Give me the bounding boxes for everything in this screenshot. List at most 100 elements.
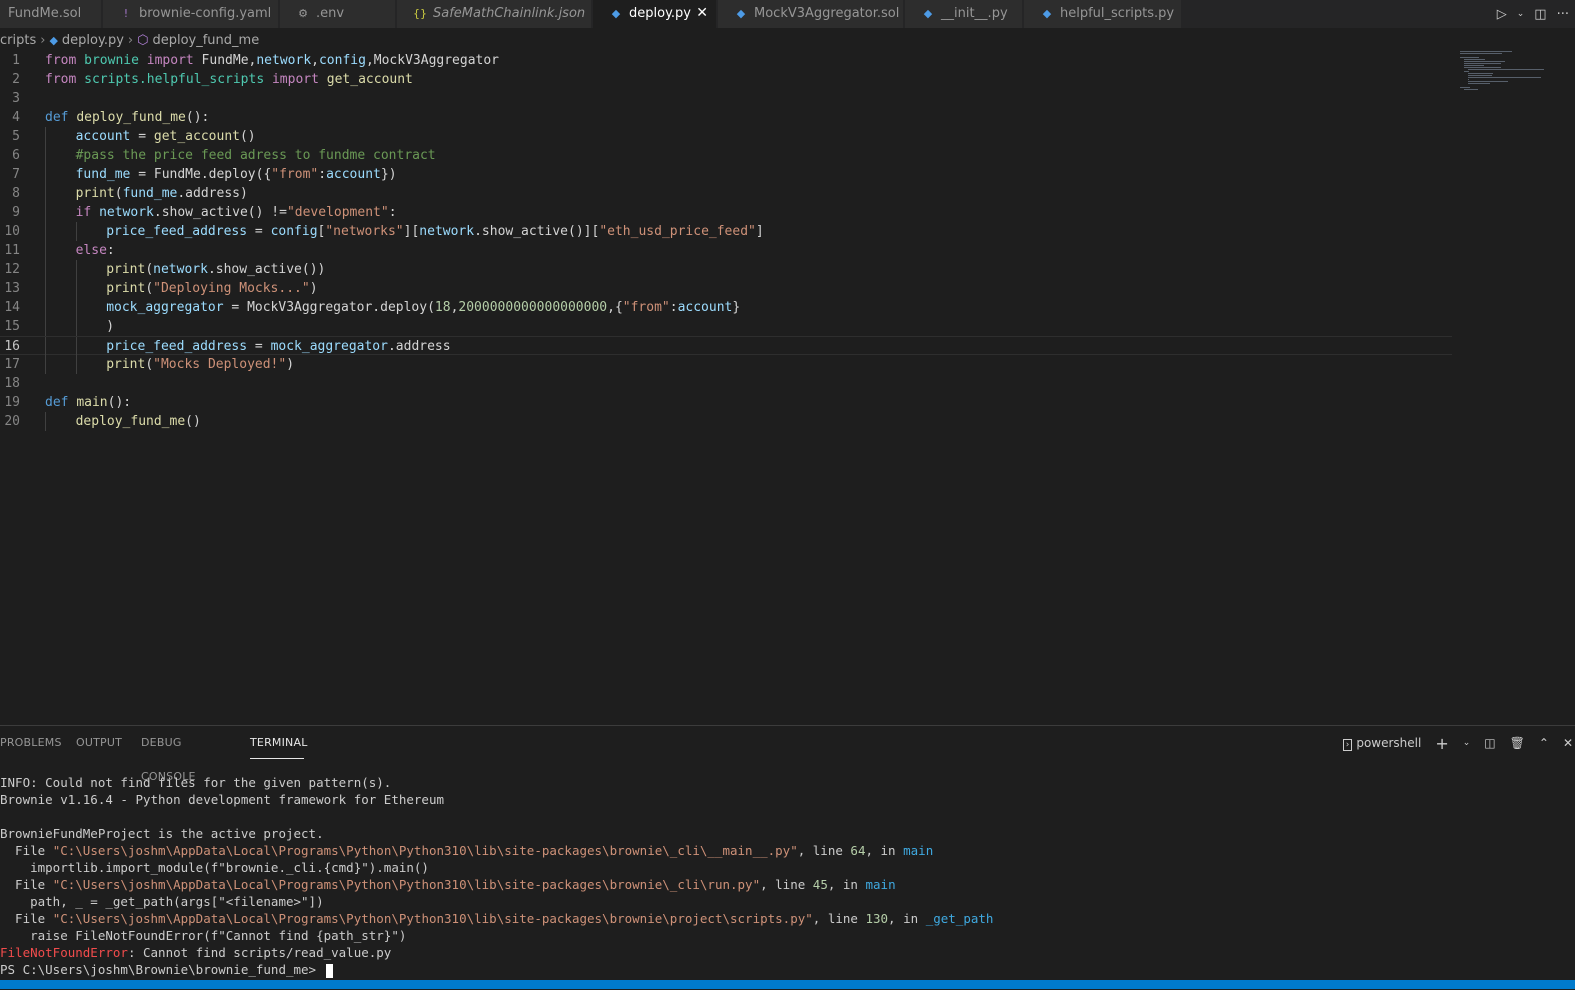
code-line[interactable]: 6 #pass the price feed adress to fundme c… xyxy=(0,146,1452,165)
panel-tab-terminal[interactable]: TERMINAL xyxy=(250,726,307,759)
terminal-cursor xyxy=(325,963,333,978)
terminal-output[interactable]: INFO: Could not find files for the given… xyxy=(0,774,1575,978)
panel-tab-problems[interactable]: PROBLEMS xyxy=(0,726,61,759)
code-token: "from" xyxy=(271,167,319,182)
code-token: } xyxy=(732,300,741,315)
code-line[interactable]: 10 price_feed_address = config["networks"… xyxy=(0,222,1452,241)
status-bar xyxy=(0,980,1575,989)
tab-env[interactable]: ⚙ .env xyxy=(280,0,396,28)
code-token: #pass the price feed adress to fundme co… xyxy=(75,148,436,163)
run-icon[interactable]: ▷ xyxy=(1497,7,1507,22)
code-line[interactable]: 7 fund_me = FundMe.deploy({"from":account… xyxy=(0,165,1452,184)
code-editor[interactable]: 1 from brownie import FundMe,network,conf… xyxy=(0,51,1455,721)
chevron-down-icon[interactable]: ⌄ xyxy=(1517,9,1525,19)
code-text: if network.show_active() !="development"… xyxy=(76,203,397,222)
tab-mockv3aggregator-sol[interactable]: ◆ MockV3Aggregator.sol xyxy=(718,0,904,28)
panel-tab-debug-console[interactable]: DEBUG CONSOLE xyxy=(141,726,228,783)
solidity-file-icon: ◆ xyxy=(736,7,746,20)
code-token: print xyxy=(75,186,115,201)
code-text: def main(): xyxy=(45,393,131,412)
terminal-shell-selector[interactable]: › powershell xyxy=(1342,736,1421,751)
code-line[interactable]: 12 print(network.show_active()) xyxy=(0,260,1452,279)
code-line[interactable]: 5 account = get_account() xyxy=(0,127,1452,146)
minimap-line xyxy=(1468,75,1493,76)
breadcrumb-symbol[interactable]: deploy_fund_me xyxy=(152,33,259,48)
code-line[interactable]: 3 xyxy=(0,89,1452,108)
code-line[interactable]: 14 mock_aggregator = MockV3Aggregator.dep… xyxy=(0,298,1452,317)
minimap[interactable] xyxy=(1458,51,1558,111)
tab-deploy-py[interactable]: ◆ deploy.py ✕ xyxy=(593,0,717,28)
tab-fundme-sol[interactable]: FundMe.sol xyxy=(0,0,102,28)
terminal-line: File "C:\Users\joshm\AppData\Local\Progr… xyxy=(0,842,1575,859)
code-token: ( xyxy=(114,186,123,201)
code-token: "networks" xyxy=(325,224,404,239)
indent-guide xyxy=(75,337,77,356)
code-token: .show_active()) xyxy=(207,262,326,277)
code-line[interactable]: 15) xyxy=(0,317,1452,336)
line-number: 11 xyxy=(4,243,20,258)
code-text: deploy_fund_me() xyxy=(76,412,201,431)
chevron-down-icon[interactable]: ⌄ xyxy=(1463,738,1471,748)
code-line[interactable]: 2 from scripts.helpful_scripts import get… xyxy=(0,70,1452,89)
code-token: fund_me xyxy=(75,167,131,182)
panel-tab-output[interactable]: OUTPUT xyxy=(76,726,122,759)
breadcrumb-folder[interactable]: cripts xyxy=(0,33,36,48)
editor-scrollbar[interactable] xyxy=(1566,51,1575,721)
code-line[interactable]: 16 price_feed_address = mock_aggregator.a… xyxy=(0,336,1452,356)
code-line[interactable]: 19 def main(): xyxy=(0,393,1452,412)
trash-icon[interactable]: 🗑 xyxy=(1510,736,1525,750)
terminal-text: File xyxy=(0,877,53,892)
line-number: 16 xyxy=(4,339,20,354)
code-text: print("Deploying Mocks...") xyxy=(106,279,317,298)
indent-guide xyxy=(75,355,77,374)
code-token: .show_active()][ xyxy=(474,224,600,239)
code-line[interactable]: 13 print("Deploying Mocks...") xyxy=(0,279,1452,298)
code-token: def xyxy=(45,395,69,410)
code-line[interactable]: 1 from brownie import FundMe,network,conf… xyxy=(0,51,1452,70)
more-actions-icon[interactable]: ··· xyxy=(1557,7,1569,22)
close-panel-icon[interactable]: ✕ xyxy=(1563,736,1573,750)
code-line[interactable]: 8 print(fund_me.address) xyxy=(0,184,1452,203)
close-icon[interactable]: ✕ xyxy=(696,0,708,27)
tab-helpful-scripts-py[interactable]: ◆ helpful_scripts.py xyxy=(1024,0,1182,28)
tab-init-py[interactable]: ◆ __init__.py xyxy=(905,0,1023,28)
line-number: 19 xyxy=(4,395,20,410)
indent-guide xyxy=(75,298,77,317)
maximize-panel-icon[interactable]: ⌃ xyxy=(1539,736,1549,750)
code-token: if xyxy=(75,205,92,220)
code-text: price_feed_address = config["networks"][… xyxy=(106,222,764,241)
code-token: price_feed_address xyxy=(106,224,248,239)
code-line[interactable]: 17 print("Mocks Deployed!") xyxy=(0,355,1452,374)
terminal-line: FileNotFoundError: Cannot find scripts/r… xyxy=(0,944,1575,961)
breadcrumb: cripts › ◆ deploy.py › ⬡ deploy_fund_me xyxy=(0,31,259,51)
minimap-line xyxy=(1460,53,1503,54)
new-terminal-icon[interactable]: + xyxy=(1435,734,1448,753)
tab-brownie-config-yaml[interactable]: ! brownie-config.yaml xyxy=(103,0,279,28)
code-token: = xyxy=(247,224,271,239)
tab-safemathchainlink-json[interactable]: {} SafeMathChainlink.json xyxy=(397,0,592,28)
code-line[interactable]: 11 else: xyxy=(0,241,1452,260)
indent-guide xyxy=(45,203,46,222)
terminal-text: FileNotFoundError xyxy=(0,945,128,960)
code-line[interactable]: 20 deploy_fund_me() xyxy=(0,412,1452,431)
python-file-icon: ◆ xyxy=(49,34,58,47)
code-text: from brownie import FundMe,network,confi… xyxy=(45,51,499,70)
terminal-text: , line xyxy=(797,843,851,858)
indent-guide xyxy=(45,260,46,279)
code-token: = MockV3Aggregator.deploy( xyxy=(223,300,435,315)
code-line[interactable]: 18 xyxy=(0,374,1452,393)
code-token: get_account xyxy=(326,72,413,87)
code-line[interactable]: 4 def deploy_fund_me(): xyxy=(0,108,1452,127)
code-token: network xyxy=(419,224,475,239)
split-terminal-icon[interactable]: ◫ xyxy=(1484,736,1495,750)
breadcrumb-file[interactable]: deploy.py xyxy=(62,33,124,48)
code-line[interactable]: 9 if network.show_active() !="development… xyxy=(0,203,1452,222)
code-token: scripts.helpful_scripts xyxy=(84,72,265,87)
terminal-line: File "C:\Users\joshm\AppData\Local\Progr… xyxy=(0,876,1575,893)
code-token: ][ xyxy=(403,224,420,239)
split-editor-icon[interactable]: ◫ xyxy=(1534,7,1546,22)
line-number: 20 xyxy=(4,414,20,429)
